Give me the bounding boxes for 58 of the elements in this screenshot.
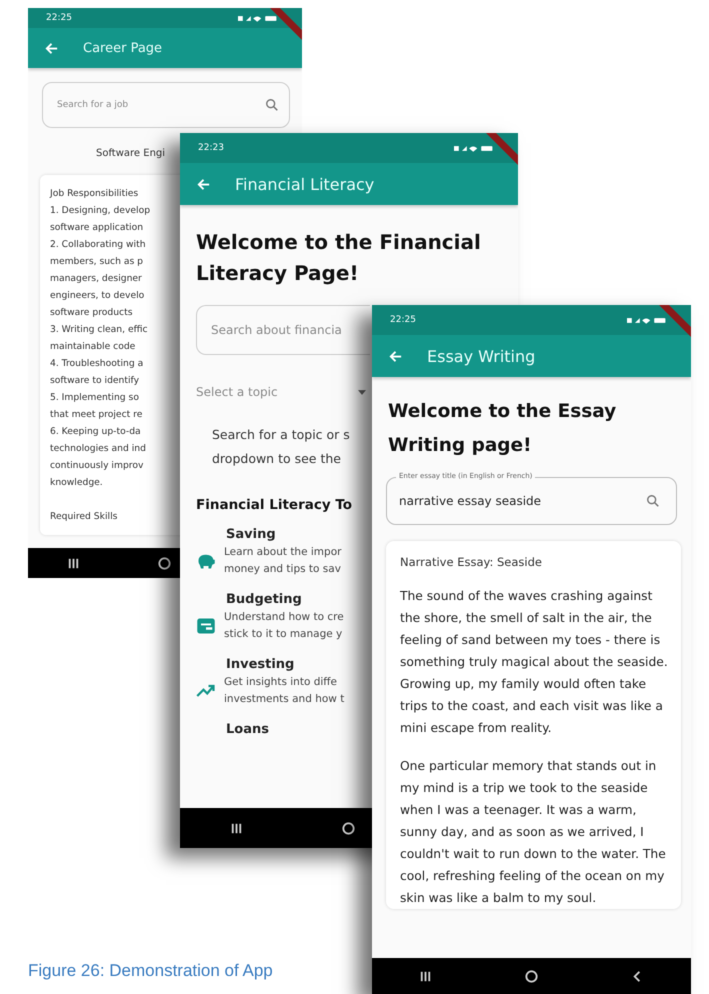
- job-text-line: software to identify: [50, 374, 140, 388]
- job-text-line: software application: [50, 221, 144, 235]
- status-icons: [238, 14, 278, 22]
- job-text-line: 4. Troubleshooting a: [50, 357, 144, 371]
- topic-description: Learn about the impor: [224, 545, 342, 560]
- app-bar-title: Essay Writing: [427, 346, 536, 366]
- essay-paragraph: One particular memory that stands out in my mind is a trip we took to the seaside when I was a teenager. It was a warm, sunny day, and as soon as we arrived, I couldn't wait to run down to the water. The cool, refreshing feeling of the ocean on my skin was like a balm to my soul.: [400, 758, 667, 907]
- job-text-line: 5. Implementing so: [50, 391, 139, 405]
- topic-title[interactable]: Budgeting: [226, 592, 302, 607]
- wallet-icon: [196, 616, 216, 636]
- hint-text: Search for a topic or s: [212, 426, 350, 444]
- status-icons: [454, 144, 494, 152]
- topic-title[interactable]: Loans: [226, 722, 269, 737]
- back-arrow-icon[interactable]: [44, 40, 59, 56]
- job-text-line: technologies and ind: [50, 442, 146, 456]
- topic-description: Get insights into diffe: [224, 675, 337, 690]
- essay-paragraph: The sound of the waves crashing against the shore, the smell of salt in the air, the feeling of sand between my toes - there is something truly magical about the seaside. Growing up, my family would often take trips to the coast, and each visit was like a mini escape from reality.: [400, 588, 669, 737]
- job-text-line: engineers, to develo: [50, 289, 144, 303]
- job-text-line: managers, designer: [50, 272, 142, 286]
- job-text-line: 1. Designing, develop: [50, 204, 150, 218]
- job-text-line: Job Responsibilities: [50, 187, 138, 201]
- topic-description: investments and how t: [224, 692, 344, 707]
- job-text-line: Required Skills: [50, 510, 118, 524]
- job-text-line: software products: [50, 306, 132, 320]
- status-time: 22:23: [198, 143, 224, 153]
- app-bar-title: Financial Literacy: [235, 174, 374, 194]
- topic-title[interactable]: Investing: [226, 657, 294, 672]
- search-icon[interactable]: [265, 98, 279, 112]
- page-heading: Welcome to the Financial Literacy Page!: [196, 229, 482, 287]
- figure-caption: Figure 26: Demonstration of App: [28, 961, 273, 981]
- back-arrow-icon[interactable]: [196, 176, 211, 192]
- job-text-line: maintainable code: [50, 340, 136, 354]
- job-text-line: 6. Keeping up-to-da: [50, 425, 141, 439]
- home-icon[interactable]: [524, 968, 539, 984]
- essay-title: Narrative Essay: Seaside: [400, 555, 543, 569]
- status-time: 22:25: [46, 13, 72, 23]
- job-text-line: that meet project re: [50, 408, 142, 422]
- topic-description: money and tips to sav: [224, 562, 341, 577]
- home-icon[interactable]: [341, 820, 356, 836]
- caret-icon: [358, 390, 366, 394]
- status-icons: [627, 316, 667, 324]
- job-text-line: 2. Collaborating with: [50, 238, 146, 252]
- hint-text: dropdown to see the: [212, 450, 341, 468]
- topic-description: Understand how to cre: [224, 610, 344, 625]
- job-text-line: continuously improv: [50, 459, 144, 473]
- job-title: Software Engi: [96, 148, 166, 159]
- search-icon[interactable]: [646, 494, 660, 508]
- topic-description: stick to it to manage y: [224, 627, 342, 642]
- status-time: 22:25: [390, 315, 416, 325]
- topic-title[interactable]: Saving: [226, 527, 276, 542]
- home-icon[interactable]: [157, 556, 172, 570]
- job-text-line: knowledge.: [50, 476, 103, 490]
- app-bar-title: Career Page: [83, 40, 162, 56]
- section-title: Financial Literacy To: [196, 497, 352, 513]
- job-text-line: 3. Writing clean, effic: [50, 323, 148, 337]
- page-heading: Welcome to the Essay Writing page!: [388, 400, 618, 458]
- job-text-line: members, such as p: [50, 255, 144, 269]
- back-arrow-icon[interactable]: [388, 348, 403, 364]
